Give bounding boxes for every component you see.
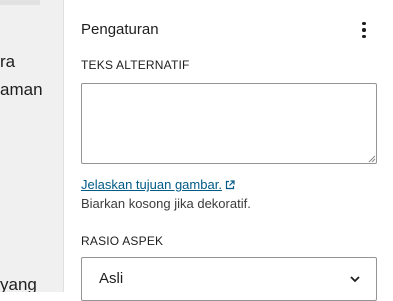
panel-title: Pengaturan [81,21,159,38]
external-link-icon [225,180,235,190]
alt-text-input[interactable] [81,83,377,164]
alt-text-help-link[interactable]: Jelaskan tujuan gambar. [81,177,235,193]
alt-text-label: TEKS ALTERNATIF [81,58,190,72]
settings-sidebar: Pengaturan TEKS ALTERNATIF Jelaskan tuju… [64,0,393,301]
alt-text-help-text: Biarkan kosong jika dekoratif. [81,196,251,211]
more-vertical-icon [362,21,366,26]
canvas-text-line: aman [0,80,43,99]
help-link-label[interactable]: Jelaskan tujuan gambar. [81,177,222,193]
canvas-block-edge [0,0,40,5]
aspect-ratio-select[interactable]: Asli [81,257,377,301]
more-options-button[interactable] [354,18,374,42]
editor-canvas-content: ra aman yang [0,0,63,292]
chevron-down-icon [350,276,360,283]
canvas-text-line: ra [0,52,16,71]
canvas-text-line: yang [0,275,37,292]
aspect-ratio-label: RASIO ASPEK [81,234,164,248]
aspect-ratio-value: Asli [99,270,124,287]
